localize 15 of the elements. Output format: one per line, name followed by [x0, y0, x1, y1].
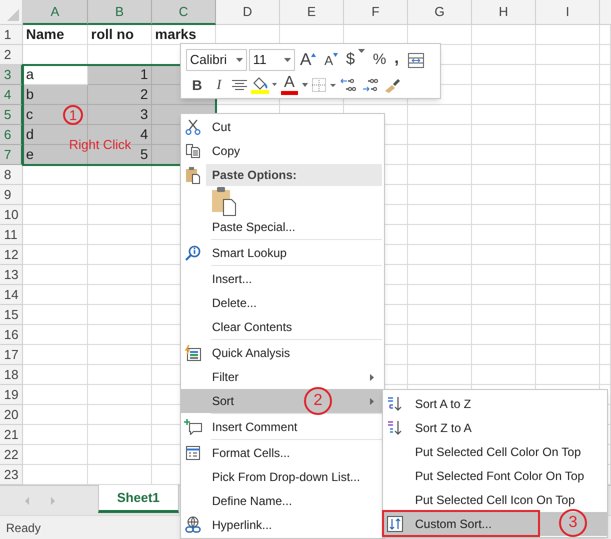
- cell-text: Name: [26, 25, 64, 44]
- cell-text: 5: [140, 145, 148, 164]
- cell-text: a: [26, 65, 34, 84]
- cell-text: roll no: [91, 25, 134, 44]
- cell-text: b: [26, 85, 34, 104]
- section-header: Paste Options:: [206, 164, 382, 186]
- cell-text: 4: [140, 125, 148, 144]
- cell-text: 2: [140, 85, 148, 104]
- cell-text: 1: [140, 65, 148, 84]
- cell-text: c: [26, 105, 33, 124]
- status-text: Ready: [6, 520, 41, 536]
- cell-text: e: [26, 145, 34, 164]
- cell-text: d: [26, 125, 34, 144]
- cell-text: 3: [140, 105, 148, 124]
- cell-text: marks: [155, 25, 196, 44]
